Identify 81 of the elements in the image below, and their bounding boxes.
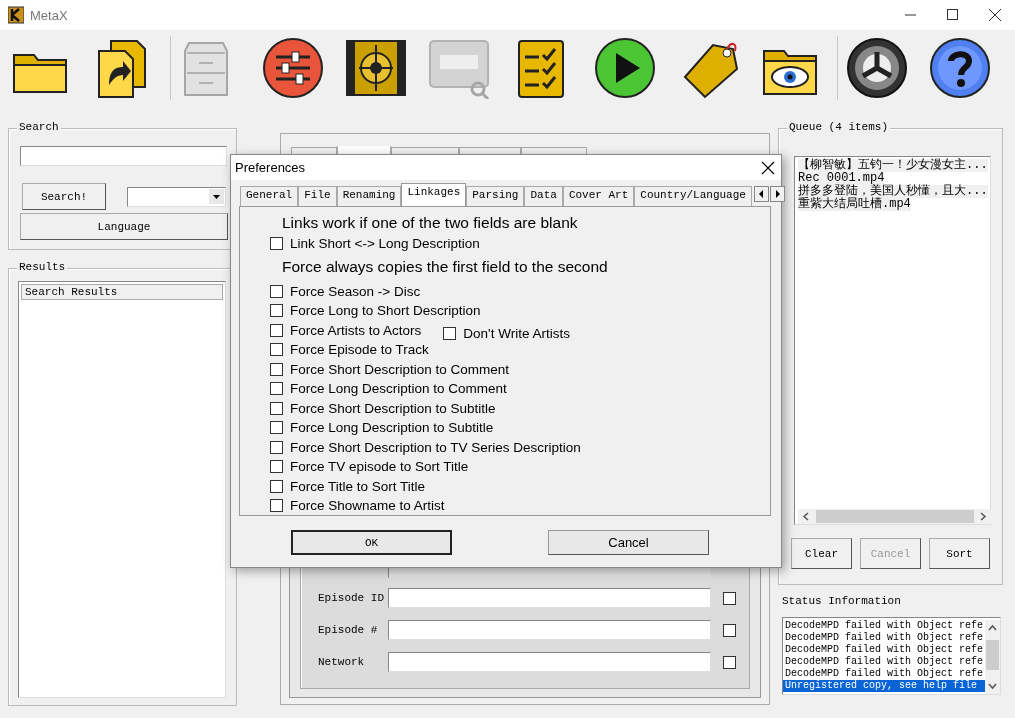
tab[interactable]: Renaming bbox=[336, 186, 402, 206]
app-icon bbox=[8, 6, 24, 24]
checkbox[interactable] bbox=[270, 382, 283, 396]
status-line: DecodeMPD failed with Object refe bbox=[784, 644, 985, 656]
group-title: Results bbox=[17, 261, 68, 273]
checkbox[interactable] bbox=[443, 326, 457, 340]
field-label: Episode ID bbox=[318, 592, 385, 604]
tab[interactable]: Data bbox=[524, 186, 563, 206]
sliders-icon[interactable] bbox=[262, 36, 324, 99]
checkbox[interactable] bbox=[270, 460, 283, 474]
option-label[interactable]: Force Episode to Track bbox=[290, 342, 429, 358]
queue-item[interactable]: 重紫大结局吐槽.mp4 bbox=[798, 198, 911, 211]
maximize-icon[interactable] bbox=[947, 9, 959, 21]
checkbox[interactable] bbox=[723, 655, 736, 669]
option-label[interactable]: Link Short <-> Long Description bbox=[290, 236, 480, 252]
option-label[interactable]: Force Showname to Artist bbox=[290, 498, 445, 514]
option-label[interactable]: Force Short Description to Comment bbox=[290, 361, 510, 377]
cancel-button[interactable]: Cancel bbox=[548, 530, 709, 555]
close-icon[interactable] bbox=[989, 9, 1001, 21]
dropdown-field[interactable] bbox=[127, 186, 226, 207]
help-icon[interactable] bbox=[929, 36, 991, 99]
group-title: Queue (4 items) bbox=[787, 121, 891, 133]
ok-button[interactable]: OK bbox=[291, 530, 452, 555]
option-label[interactable]: Force Artists to Actors bbox=[290, 322, 422, 338]
scroll-left-icon[interactable] bbox=[753, 186, 769, 202]
option-label[interactable]: Force Short Description to Subtitle bbox=[290, 400, 496, 416]
language-button[interactable]: Language bbox=[20, 213, 228, 240]
checkbox[interactable] bbox=[270, 440, 283, 454]
tab[interactable]: Cover Art bbox=[562, 186, 635, 206]
checkbox[interactable] bbox=[270, 237, 283, 251]
checkbox[interactable] bbox=[723, 591, 736, 605]
option-label[interactable]: Don't Write Artists bbox=[463, 325, 570, 341]
close-icon[interactable] bbox=[761, 160, 775, 175]
option-label[interactable]: Force Long Description to Subtitle bbox=[290, 420, 494, 436]
checkbox[interactable] bbox=[270, 323, 283, 337]
option-label[interactable]: Force Title to Sort Title bbox=[290, 478, 426, 494]
status-line: DecodeMPD failed with Object refe bbox=[784, 620, 985, 632]
option-label[interactable]: Force Long Description to Comment bbox=[290, 381, 507, 397]
checkbox[interactable] bbox=[270, 304, 283, 318]
checkbox[interactable] bbox=[270, 284, 283, 298]
checkbox[interactable] bbox=[270, 479, 283, 493]
text-field[interactable] bbox=[388, 620, 711, 640]
option-label[interactable]: Force Season -> Disc bbox=[290, 283, 421, 299]
queue-item[interactable]: 【柳智敏】五钓一！少女漫女主... bbox=[798, 159, 988, 172]
field-label: Network bbox=[318, 656, 366, 668]
tab[interactable]: Country/Language bbox=[634, 186, 752, 206]
column-header[interactable]: Search Results bbox=[21, 284, 223, 300]
status-line: DecodeMPD failed with Object refe bbox=[784, 632, 985, 644]
checkbox[interactable] bbox=[723, 623, 736, 637]
queue-button[interactable]: Clear bbox=[791, 538, 852, 569]
option-label[interactable]: Force Short Description to TV Series Description bbox=[290, 439, 581, 455]
wheel-icon[interactable] bbox=[846, 36, 908, 99]
window-title: MetaX bbox=[30, 7, 69, 23]
scroll-right-icon[interactable] bbox=[769, 186, 785, 202]
text-field[interactable] bbox=[388, 652, 711, 672]
checkbox[interactable] bbox=[270, 401, 283, 415]
tab[interactable]: File bbox=[298, 186, 337, 206]
status-title: Status Information bbox=[782, 595, 902, 607]
field-label: Episode # bbox=[318, 624, 379, 636]
group-title: Search bbox=[17, 121, 61, 133]
tab[interactable]: General bbox=[240, 186, 299, 206]
section-heading: Force always copies the first field to the second bbox=[282, 257, 609, 276]
queue-button[interactable]: Sort bbox=[929, 538, 990, 569]
checkbox[interactable] bbox=[270, 499, 283, 513]
status-line: DecodeMPD failed with Object refe bbox=[784, 656, 985, 668]
checkbox[interactable] bbox=[270, 343, 283, 357]
queue-item[interactable]: Rec 0001.mp4 bbox=[798, 172, 885, 185]
text-field[interactable] bbox=[388, 588, 711, 608]
section-heading: Links work if one of the two fields are blank bbox=[282, 214, 579, 232]
queue-item[interactable]: 拼多多登陆，美国人秒懂，且大... bbox=[798, 185, 988, 198]
checkbox[interactable] bbox=[270, 421, 283, 435]
option-label[interactable]: Force TV episode to Sort Title bbox=[290, 459, 469, 475]
search-field[interactable] bbox=[20, 146, 227, 166]
checkbox[interactable] bbox=[270, 362, 283, 376]
play-icon[interactable] bbox=[594, 36, 656, 99]
dialog-title: Preferences bbox=[235, 160, 306, 175]
tab[interactable]: Parsing bbox=[466, 186, 525, 206]
option-label[interactable]: Force Long to Short Description bbox=[290, 303, 481, 319]
tab[interactable]: Linkages bbox=[401, 183, 467, 206]
search-button[interactable]: Search! bbox=[22, 183, 107, 210]
status-line: DecodeMPD failed with Object refe bbox=[784, 668, 985, 680]
